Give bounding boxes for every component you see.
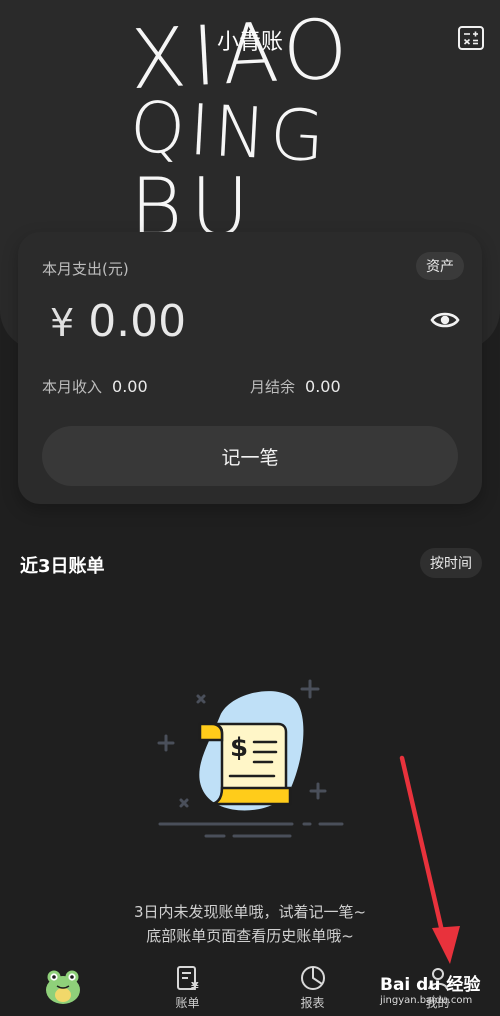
recent-bills-title: 近3日账单: [20, 556, 105, 577]
balance-label: 月结余: [250, 378, 296, 396]
tab-report[interactable]: 报表: [250, 956, 375, 1016]
app-title: 小青账: [216, 30, 283, 55]
empty-state-line: 3日内未发现账单哦，试着记一笔~: [133, 903, 367, 921]
empty-state-line: 底部账单页面查看历史账单哦~: [146, 927, 354, 945]
record-button[interactable]: 记一笔: [42, 426, 458, 486]
calculator-glyph: [463, 31, 478, 45]
expense-amount: ¥ 0.00: [50, 296, 186, 347]
expense-label: 本月支出(元): [42, 260, 129, 278]
calculator-icon[interactable]: [458, 26, 484, 50]
expense-value: 0.00: [88, 296, 187, 347]
income-label: 本月收入: [42, 378, 103, 396]
frog-avatar-icon: [45, 970, 80, 1004]
balance-row: 月结余 0.00: [250, 376, 341, 397]
watermark-brand: Bai du 经验: [380, 975, 481, 995]
tab-home[interactable]: [0, 956, 125, 1016]
income-row: 本月收入 0.00: [42, 376, 148, 397]
income-value: 0.00: [112, 377, 148, 396]
baidu-watermark: Bai du 经验 jingyan.baidu.com: [380, 970, 480, 1006]
tab-bills[interactable]: ¥ 账单: [125, 956, 250, 1016]
header-art-line: QING: [128, 85, 331, 179]
currency-symbol: ¥: [50, 301, 75, 345]
balance-value: 0.00: [305, 377, 341, 396]
eye-icon[interactable]: [430, 308, 460, 332]
sort-by-time-button[interactable]: 按时间: [420, 548, 482, 578]
receipt-icon: $: [157, 679, 344, 838]
tab-label: 报表: [300, 996, 325, 1010]
pie-chart-icon: [300, 966, 325, 990]
empty-state-message: 3日内未发现账单哦，试着记一笔~ 底部账单页面查看历史账单哦~: [0, 900, 500, 948]
svg-text:$: $: [230, 733, 248, 763]
assets-button[interactable]: 资产: [416, 252, 464, 280]
monthly-summary-card: 本月支出(元) 资产 ¥ 0.00 本月收入 0.00 月结余 0.00 记一笔: [18, 232, 482, 504]
svg-text:¥: ¥: [191, 980, 199, 992]
tab-label: 账单: [175, 996, 200, 1010]
app-screen: XIAO QING BU 小青账 本月支出(元) 资产 ¥ 0.00 本月收入: [0, 0, 500, 1016]
watermark-url: jingyan.baidu.com: [380, 995, 473, 1006]
bill-icon: ¥: [176, 966, 199, 992]
